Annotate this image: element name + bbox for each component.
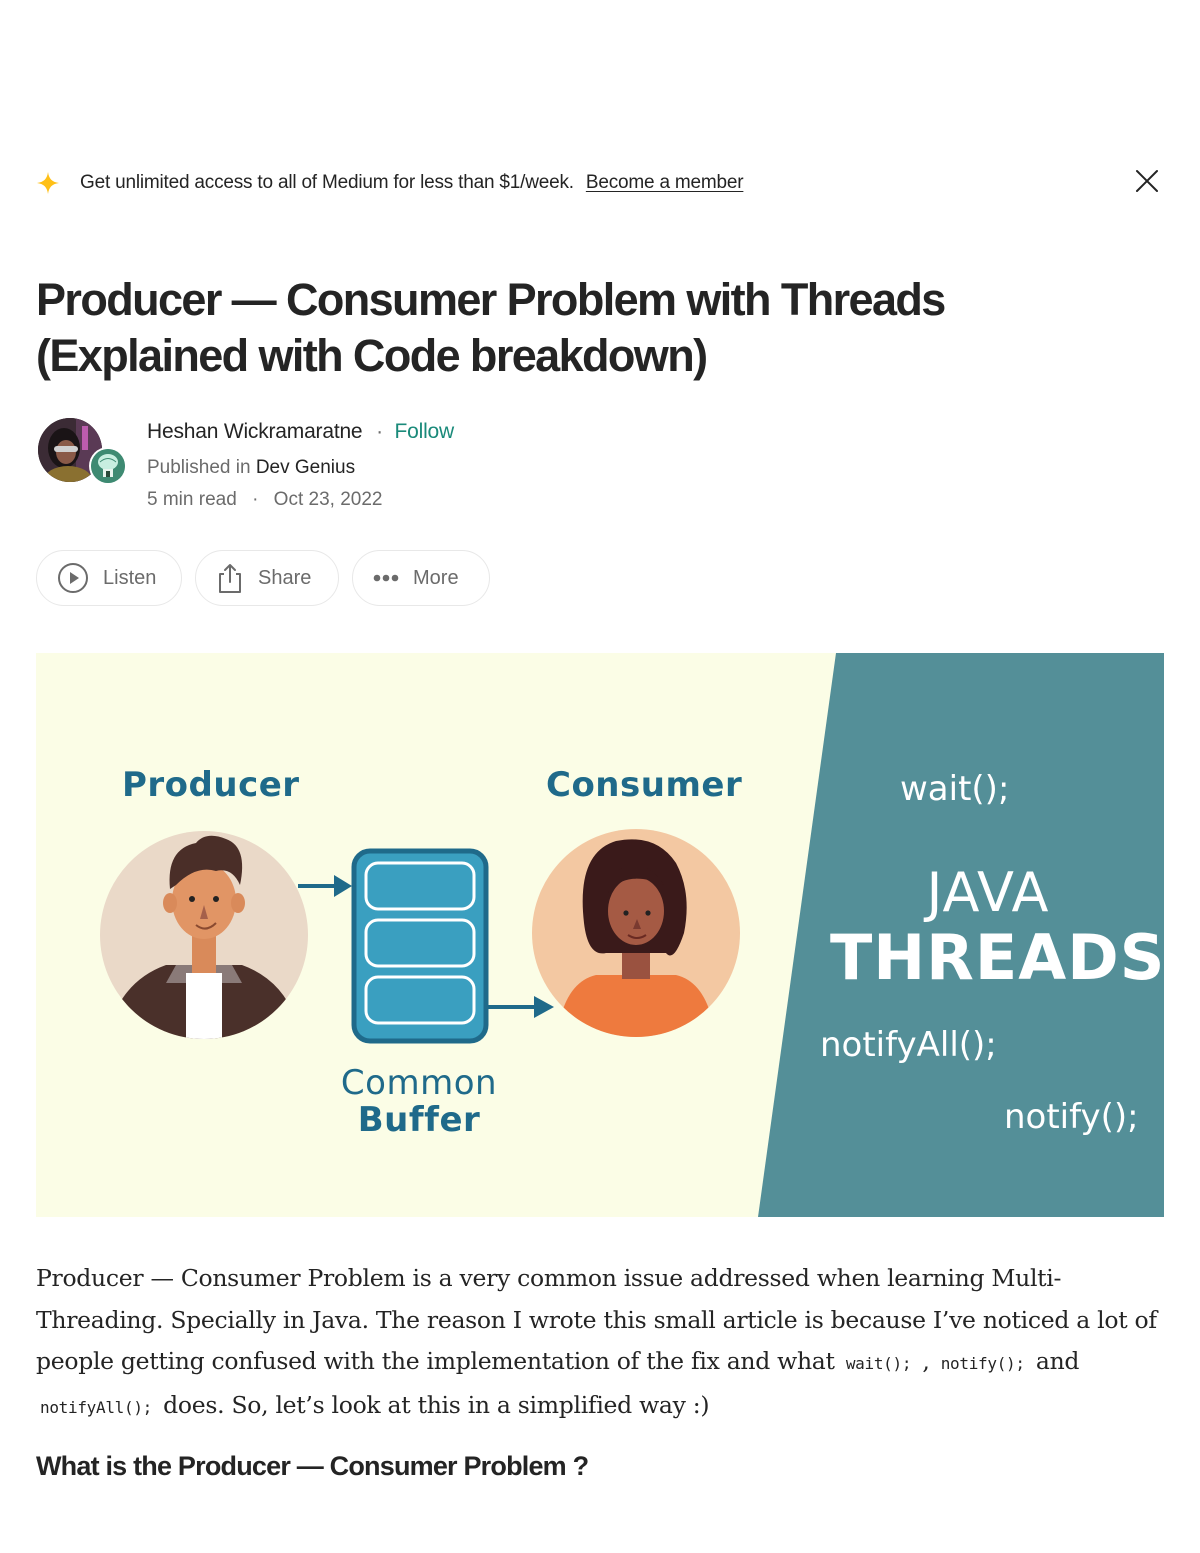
buffer-label-buffer: Buffer — [357, 1100, 481, 1140]
separator: · — [376, 420, 383, 443]
para-text-3: and — [1028, 1347, 1080, 1375]
article-actions: Listen Share More — [36, 550, 490, 606]
article-meta: 5 min read · Oct 23, 2022 — [147, 489, 382, 511]
section-heading: What is the Producer — Consumer Problem … — [36, 1451, 589, 1481]
follow-button[interactable]: Follow — [395, 420, 455, 443]
inline-code-wait: wait(); — [841, 1354, 916, 1373]
become-member-link[interactable]: Become a member — [586, 172, 744, 194]
listen-label: Listen — [103, 566, 157, 589]
more-button[interactable]: More — [352, 550, 490, 606]
share-label: Share — [258, 566, 312, 589]
read-time: 5 min read — [147, 489, 237, 510]
sparkle-icon — [37, 172, 59, 194]
published-in: Published in Dev Genius — [147, 457, 355, 479]
producer-label: Producer — [122, 765, 300, 805]
buffer-label-common: Common — [340, 1063, 498, 1103]
author-line: Heshan Wickramaratne · Follow — [147, 420, 454, 444]
para-text-4: does. So, let’s look at this in a simpli… — [156, 1390, 710, 1419]
arrow-to-consumer — [488, 996, 554, 1018]
publication-link[interactable]: Dev Genius — [256, 457, 355, 478]
java-label: JAVA — [926, 861, 1050, 924]
share-icon — [219, 564, 241, 593]
consumer-figure — [532, 829, 740, 1037]
publication-avatar[interactable] — [89, 447, 127, 485]
producer-figure — [100, 831, 308, 1039]
membership-banner: Get unlimited access to all of Medium fo… — [36, 166, 1164, 200]
inline-code-notifyall: notifyAll(); — [36, 1397, 156, 1417]
threads-label: THREADS — [830, 921, 1164, 994]
close-icon[interactable] — [1132, 166, 1162, 196]
title-line-1: Producer — Consumer Problem with Threads — [36, 274, 946, 325]
share-button[interactable]: Share — [195, 550, 339, 606]
article-title: Producer — Consumer Problem with Threads… — [36, 272, 1036, 384]
author-name[interactable]: Heshan Wickramaratne — [147, 420, 363, 443]
publish-date: Oct 23, 2022 — [273, 489, 383, 510]
published-prefix: Published in — [147, 457, 251, 478]
arrow-to-buffer — [298, 875, 352, 897]
banner-text: Get unlimited access to all of Medium fo… — [80, 172, 574, 193]
listen-button[interactable]: Listen — [36, 550, 182, 606]
inline-code-notify: notify(); — [936, 1354, 1029, 1373]
more-label: More — [413, 566, 459, 589]
title-line-2: (Explained with Code breakdown) — [36, 330, 708, 381]
author-block: Heshan Wickramaratne · Follow Published … — [36, 414, 636, 524]
common-buffer — [351, 848, 489, 1044]
consumer-label: Consumer — [546, 765, 743, 805]
meta-separator: · — [252, 489, 259, 510]
intro-paragraph: Producer — Consumer Problem is a very co… — [36, 1258, 1164, 1428]
para-text-2: , — [915, 1347, 937, 1375]
more-dots-icon — [373, 574, 399, 582]
code-notify: notify(); — [1004, 1097, 1139, 1137]
code-notifyall: notifyAll(); — [820, 1025, 997, 1065]
play-circle-icon — [58, 563, 88, 593]
code-wait: wait(); — [900, 769, 1010, 809]
hero-image: Producer Consumer Common Buffer wait(); … — [36, 653, 1164, 1217]
